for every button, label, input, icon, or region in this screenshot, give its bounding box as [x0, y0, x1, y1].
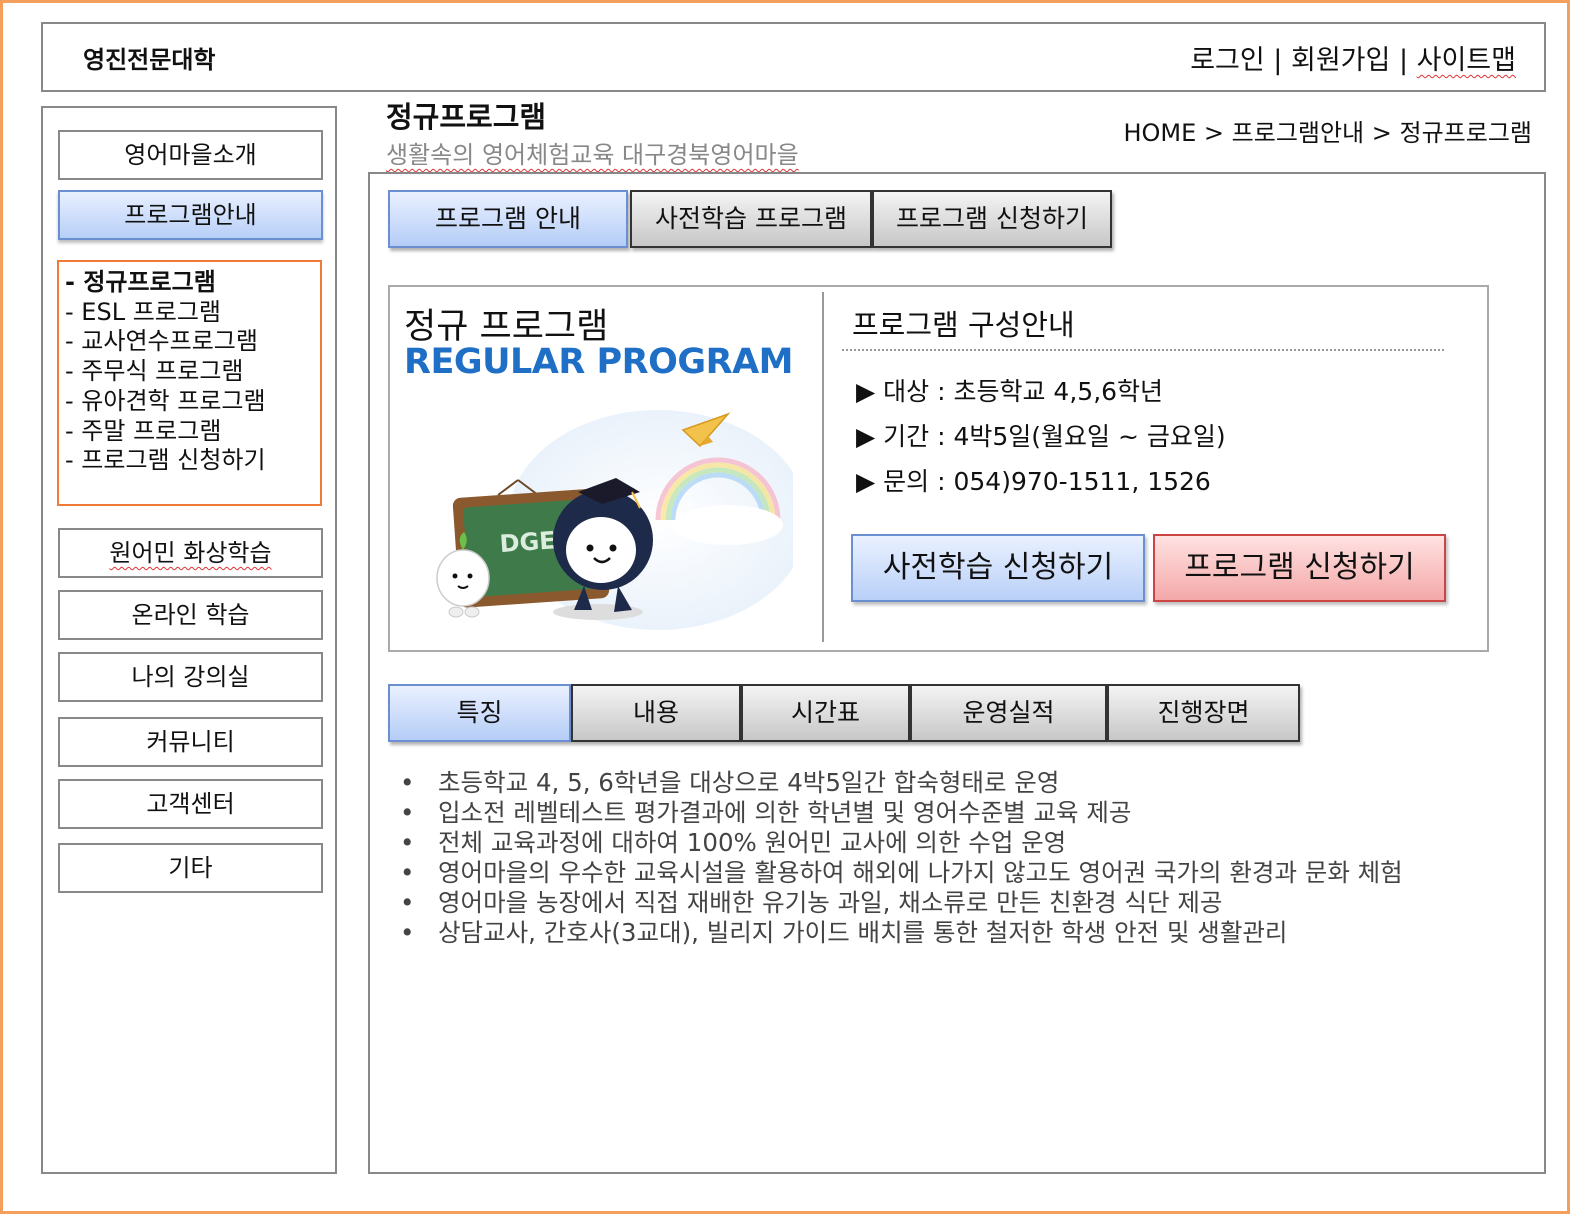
- info-target: ▶ 대상 : 초등학교 4,5,6학년: [856, 377, 1164, 406]
- submenu-weekend-program[interactable]: - 주말 프로그램: [65, 417, 320, 447]
- top-nav: 로그인 | 회원가입 | 사이트맵: [1190, 38, 1516, 77]
- submenu-program-apply[interactable]: - 프로그램 신청하기: [65, 446, 320, 476]
- list-item: 입소전 레벨테스트 평가결과에 의한 학년별 및 영어수준별 교육 제공: [398, 798, 1403, 828]
- tab-program-apply[interactable]: 프로그램 신청하기: [872, 190, 1112, 248]
- list-item: 영어마을의 우수한 교육시설을 활용하여 해외에 나가지 않고도 영어권 국가의…: [398, 858, 1403, 888]
- info-period: ▶ 기간 : 4박5일(월요일 ~ 금요일): [856, 422, 1226, 451]
- sidebar-item-program-info[interactable]: 프로그램안내: [58, 190, 323, 240]
- tab-program-info[interactable]: 프로그램 안내: [388, 190, 628, 248]
- site-header: 영진전문대학 로그인 | 회원가입 | 사이트맵: [41, 22, 1546, 92]
- tab-features[interactable]: 특징: [388, 684, 571, 742]
- submenu-esl-program[interactable]: - ESL 프로그램: [65, 298, 320, 328]
- info-contact: ▶ 문의 : 054)970-1511, 1526: [856, 467, 1211, 496]
- signup-link[interactable]: 회원가입: [1291, 45, 1390, 76]
- page-title: 정규프로그램: [386, 100, 547, 134]
- sidebar-item-video-learning[interactable]: 원어민 화상학습: [58, 528, 323, 578]
- sidebar-item-community[interactable]: 커뮤니티: [58, 717, 323, 767]
- submenu-teacher-training[interactable]: - 교사연수프로그램: [65, 327, 320, 357]
- tab-content[interactable]: 내용: [571, 684, 741, 742]
- submenu-regular-program[interactable]: - 정규프로그램: [65, 268, 320, 298]
- submenu-kindergarten-tour[interactable]: - 유아견학 프로그램: [65, 387, 320, 417]
- tab-timetable[interactable]: 시간표: [741, 684, 910, 742]
- mascot-illustration: DGEV: [408, 400, 793, 636]
- login-link[interactable]: 로그인: [1190, 45, 1265, 76]
- nav-separator: |: [1390, 45, 1417, 76]
- sidebar-item-my-classroom[interactable]: 나의 강의실: [58, 652, 323, 702]
- info-title: 프로그램 구성안내: [852, 308, 1075, 342]
- sidebar-item-etc[interactable]: 기타: [58, 843, 323, 893]
- tab-scenes[interactable]: 진행장면: [1107, 684, 1300, 742]
- sitemap-link[interactable]: 사이트맵: [1417, 45, 1516, 76]
- sidebar-item-customer-center[interactable]: 고객센터: [58, 779, 323, 829]
- breadcrumb[interactable]: HOME > 프로그램안내 > 정규프로그램: [1123, 113, 1532, 148]
- tab-performance[interactable]: 운영실적: [910, 684, 1107, 742]
- program-title-en: REGULAR PROGRAM: [404, 342, 793, 382]
- nav-separator: |: [1264, 45, 1291, 76]
- list-item: 초등학교 4, 5, 6학년을 대상으로 4박5일간 합숙형태로 운영: [398, 768, 1403, 798]
- program-submenu: - 정규프로그램 - ESL 프로그램 - 교사연수프로그램 - 주무식 프로그…: [57, 260, 322, 506]
- site-title[interactable]: 영진전문대학: [83, 40, 215, 75]
- sidebar-item-village-intro[interactable]: 영어마을소개: [58, 130, 323, 180]
- features-list: 초등학교 4, 5, 6학년을 대상으로 4박5일간 합숙형태로 운영 입소전 …: [398, 768, 1403, 948]
- list-item: 전체 교육과정에 대하여 100% 원어민 교사에 의한 수업 운영: [398, 828, 1403, 858]
- info-divider: [842, 349, 1444, 351]
- list-item: 상담교사, 간호사(3교대), 빌리지 가이드 배치를 통한 철저한 학생 안전…: [398, 918, 1403, 948]
- submenu-weekday-program[interactable]: - 주무식 프로그램: [65, 357, 320, 387]
- card-divider: [822, 292, 824, 642]
- page-subtitle: 생활속의 영어체험교육 대구경북영어마을: [386, 141, 799, 169]
- tab-pre-study[interactable]: 사전학습 프로그램: [630, 190, 872, 248]
- pre-study-apply-button[interactable]: 사전학습 신청하기: [851, 534, 1145, 602]
- list-item: 영어마을 농장에서 직접 재배한 유기농 과일, 채소류로 만든 친환경 식단 …: [398, 888, 1403, 918]
- sidebar-item-online-learning[interactable]: 온라인 학습: [58, 590, 323, 640]
- program-apply-button[interactable]: 프로그램 신청하기: [1153, 534, 1446, 602]
